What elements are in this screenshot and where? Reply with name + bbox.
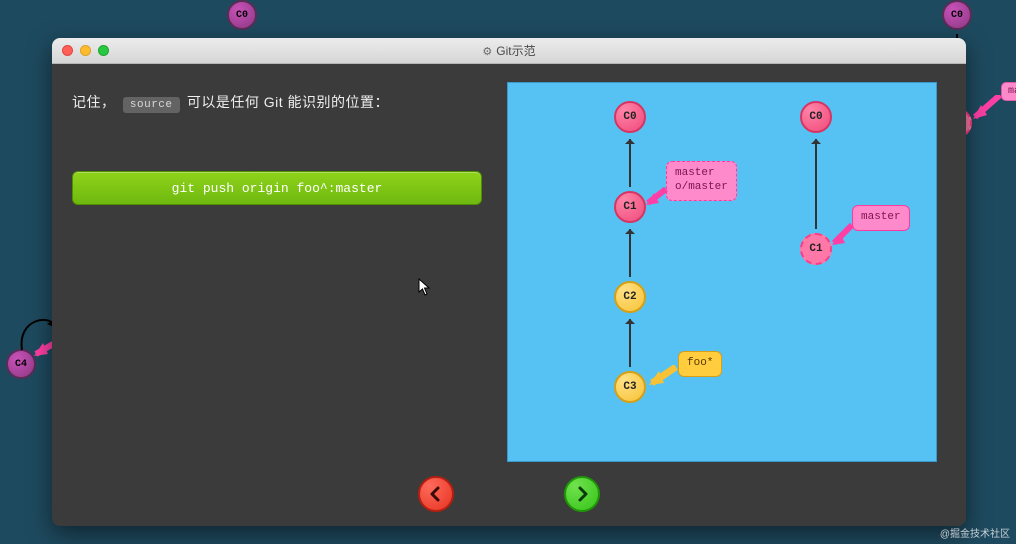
prompt-post: 可以是任何 Git 能识别的位置： [187, 94, 389, 110]
left-pane: 记住， source 可以是任何 Git 能识别的位置： git push or… [52, 64, 507, 526]
arrow-master-to-c1 [642, 187, 672, 213]
right-pane: C0 C1 C2 C3 master o/master foo* C0 C1 [507, 64, 966, 526]
git-graph-canvas: C0 C1 C2 C3 master o/master foo* C0 C1 [507, 82, 937, 462]
node-local-c2: C2 [614, 281, 646, 313]
tag-remote-master: master [852, 205, 910, 231]
node-remote-c0: C0 [800, 101, 832, 133]
prompt-text: 记住， source 可以是任何 Git 能识别的位置： [72, 92, 487, 113]
command-bar[interactable]: git push origin foo^:master [72, 171, 482, 205]
tag-line-master: master [675, 167, 728, 181]
source-chip: source [123, 97, 180, 113]
watermark: @掘金技术社区 [940, 525, 1010, 540]
bg-commit-c0: C0 [227, 0, 257, 30]
bg-commit-c0-right: C0 [942, 0, 972, 30]
prev-button[interactable] [418, 476, 454, 512]
tag-foo: foo* [678, 351, 722, 377]
nav-buttons [52, 476, 966, 512]
edge-c3-c2 [629, 319, 631, 367]
tag-line-omaster: o/master [675, 181, 728, 195]
title-text: Git示范 [496, 42, 535, 59]
window-title: Git示范 [52, 42, 966, 59]
next-button[interactable] [564, 476, 600, 512]
git-demo-modal: Git示范 记住， source 可以是任何 Git 能识别的位置： git p… [52, 38, 966, 526]
edge-c2-c1 [629, 229, 631, 277]
gear-icon [482, 44, 492, 58]
edge-c1-c0 [629, 139, 631, 187]
prompt-pre: 记住， [72, 94, 116, 110]
arrow-foo-to-c3 [644, 365, 682, 393]
mouse-cursor [418, 278, 432, 296]
arrow-left-icon [427, 485, 445, 503]
edge-remote-c1-c0 [815, 139, 817, 229]
tag-master-omaster: master o/master [666, 161, 737, 201]
titlebar[interactable]: Git示范 [52, 38, 966, 64]
node-local-c3: C3 [614, 371, 646, 403]
arrow-right-icon [573, 485, 591, 503]
arrow-remote-master-to-c1 [828, 223, 858, 253]
node-local-c0: C0 [614, 101, 646, 133]
bg-arrow-right [970, 95, 1010, 135]
